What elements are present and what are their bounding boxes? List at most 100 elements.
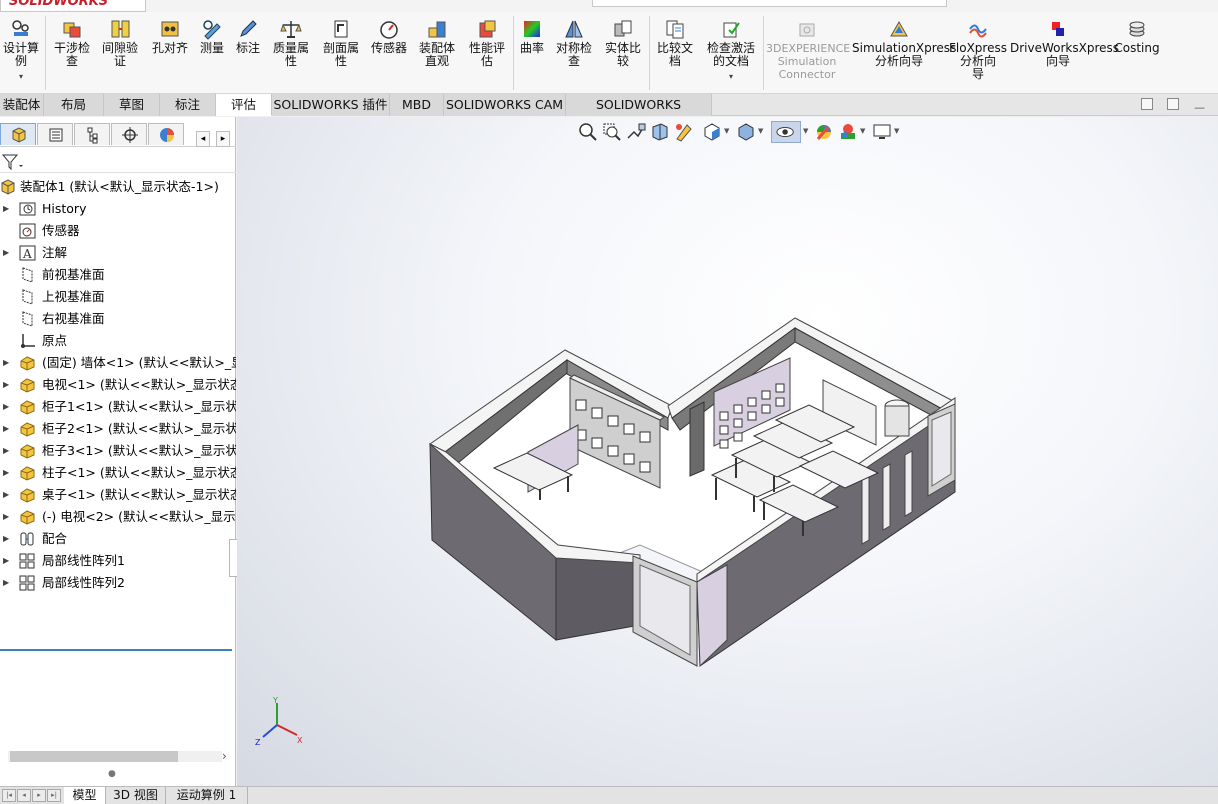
tree-item[interactable]: ▶ 局部线性阵列1 xyxy=(0,550,236,572)
clearance-verify-button[interactable]: 间隙验 证 xyxy=(98,16,142,90)
dropdown-caret-icon[interactable]: ▾ xyxy=(702,70,760,83)
solidworks-logo[interactable]: SOLIDWORKS xyxy=(0,0,146,12)
tree-item[interactable]: ▶ A 注解 xyxy=(0,242,236,264)
sensor-button[interactable]: 传感器 xyxy=(366,16,412,90)
costing-button[interactable]: Costing xyxy=(1110,16,1164,90)
expand-arrow-icon[interactable]: ▶ xyxy=(3,198,9,220)
tree-root-assembly[interactable]: 装配体1 (默认<默认_显示状态-1>) xyxy=(0,176,236,198)
tree-item[interactable]: ▶ (-) 电视<2> (默认<<默认>_显示状 xyxy=(0,506,236,528)
restore-left-panel-icon[interactable] xyxy=(1141,98,1153,110)
last-tab-icon[interactable]: ▸| xyxy=(47,789,61,802)
label: DriveWorksXpress xyxy=(1010,41,1120,55)
graphics-area[interactable]: ▼ ▼ ▼ ▼ ▼ Y X Z xyxy=(237,117,1218,787)
dropdown-caret-icon[interactable]: ▾ xyxy=(0,70,42,83)
tree-item[interactable]: ▶ (固定) 墙体<1> (默认<<默认>_显示 xyxy=(0,352,236,374)
floxpress-button[interactable]: FloXpress 分析向 导 xyxy=(948,16,1008,90)
model-render[interactable] xyxy=(237,117,1218,787)
tree-item[interactable]: ▶ 柱子<1> (默认<<默认>_显示状态 xyxy=(0,462,236,484)
compare-solids-button[interactable]: 实体比 较 xyxy=(600,16,646,90)
driveworksxpress-button[interactable]: DriveWorksXpress 向导 xyxy=(1010,16,1119,90)
prev-tab-icon[interactable]: ◂ xyxy=(17,789,31,802)
simulationxpress-button[interactable]: SimulationXpress 分析向导 xyxy=(852,16,956,90)
dimxpertmanager-tab[interactable] xyxy=(111,123,147,145)
label: 证 xyxy=(113,54,126,68)
panel-splitter-handle[interactable]: ● xyxy=(108,769,116,779)
hole-alignment-button[interactable]: 孔对齐 xyxy=(146,16,194,90)
symmetry-check-button[interactable]: 对称检 查 xyxy=(552,16,596,90)
label: 性 xyxy=(284,54,297,68)
first-tab-icon[interactable]: |◂ xyxy=(2,789,16,802)
expand-arrow-icon[interactable]: ▶ xyxy=(3,506,9,528)
expand-arrow-icon[interactable]: ▶ xyxy=(3,396,9,418)
panel-scroll-right-icon[interactable]: ▸ xyxy=(216,131,230,147)
tab-mbd[interactable]: MBD xyxy=(390,94,444,116)
expand-arrow-icon[interactable]: ▶ xyxy=(3,528,9,550)
tree-item[interactable]: ▶ 配合 xyxy=(0,528,236,550)
tab-motion-study[interactable]: 运动算例 1 xyxy=(166,787,248,804)
expand-arrow-icon[interactable]: ▶ xyxy=(3,484,9,506)
tree-item[interactable]: ▶ 柜子2<1> (默认<<默认>_显示状态 xyxy=(0,418,236,440)
tab-assembly[interactable]: 装配体 xyxy=(0,94,44,116)
horizontal-scrollbar[interactable]: › xyxy=(8,749,230,763)
3dexperience-simulation-connector-button[interactable]: 3DEXPERIENCE Simulation Connector xyxy=(766,16,850,90)
curvature-button[interactable]: 曲率 xyxy=(516,16,548,90)
expand-arrow-icon[interactable]: ▶ xyxy=(3,462,9,484)
tab-sketch[interactable]: 草图 xyxy=(104,94,160,116)
tree-item-label: (-) 电视<2> (默认<<默认>_显示状 xyxy=(42,509,236,524)
scrollbar-thumb[interactable] xyxy=(10,751,178,762)
performance-evaluation-button[interactable]: 性能评 估 xyxy=(464,16,510,90)
panel-scroll-left-icon[interactable]: ◂ xyxy=(196,131,210,147)
tree-filter[interactable] xyxy=(0,149,236,173)
expand-arrow-icon[interactable]: ▶ xyxy=(3,440,9,462)
label: 质量属 xyxy=(272,41,309,55)
solidworks-window: SOLIDWORKS 设计算 例 ▾ 干涉检 查 间隙验 证 孔对齐 测量 标注… xyxy=(0,0,1218,804)
tree-item[interactable]: ▶ 桌子<1> (默认<<默认>_显示状态 xyxy=(0,484,236,506)
tab-model[interactable]: 模型 xyxy=(64,787,106,804)
expand-arrow-icon[interactable]: ▶ xyxy=(3,352,9,374)
expand-arrow-icon[interactable]: ▶ xyxy=(3,572,9,594)
tree-item[interactable]: ▶ 局部线性阵列2 xyxy=(0,572,236,594)
displaymanager-tab[interactable] xyxy=(148,123,184,145)
tree-item[interactable]: ▶ History xyxy=(0,198,236,220)
measure-button[interactable]: 测量 xyxy=(196,16,228,90)
rollback-bar[interactable] xyxy=(0,649,232,651)
label: 装配体 xyxy=(418,41,455,55)
featuremanager-tab[interactable] xyxy=(0,123,36,145)
tree-item[interactable]: 原点 xyxy=(0,330,236,352)
tab-3d-view[interactable]: 3D 视图 xyxy=(106,787,166,804)
tab-solidworks-addins[interactable]: SOLIDWORKS 插件 xyxy=(272,94,390,116)
interference-check-button[interactable]: 干涉检 查 xyxy=(50,16,94,90)
next-tab-icon[interactable]: ▸ xyxy=(32,789,46,802)
featuremanager-panel: ◂ ▸ 装配体1 (默认<默认_显示状态-1>) ▶ History 传感器 ▶ A 注解… xyxy=(0,117,243,787)
minimize-icon[interactable]: — xyxy=(1194,101,1205,114)
tab-solidworks-inspection[interactable]: SOLIDWORKS Inspection xyxy=(566,94,712,133)
tab-layout[interactable]: 布局 xyxy=(44,94,104,116)
mass-properties-button[interactable]: 质量属 性 xyxy=(268,16,314,90)
search-box[interactable] xyxy=(592,0,947,7)
scroll-right-icon[interactable]: › xyxy=(222,749,227,763)
tab-markup[interactable]: 标注 xyxy=(160,94,216,116)
expand-arrow-icon[interactable]: ▶ xyxy=(3,374,9,396)
tree-item[interactable]: 前视基准面 xyxy=(0,264,236,286)
tree-item[interactable]: 上视基准面 xyxy=(0,286,236,308)
propertymanager-tab[interactable] xyxy=(37,123,73,145)
tree-item[interactable]: ▶ 柜子3<1> (默认<<默认>_显示状态 xyxy=(0,440,236,462)
expand-arrow-icon[interactable]: ▶ xyxy=(3,242,9,264)
tree-item[interactable]: ▶ 电视<1> (默认<<默认>_显示状态 xyxy=(0,374,236,396)
tree-item[interactable]: 右视基准面 xyxy=(0,308,236,330)
assembly-visualization-button[interactable]: 装配体 直观 xyxy=(414,16,460,90)
curvature-gradient-icon xyxy=(524,21,540,37)
section-properties-button[interactable]: 剖面属 性 xyxy=(318,16,364,90)
markup-button[interactable]: 标注 xyxy=(232,16,264,90)
configurationmanager-tab[interactable] xyxy=(74,123,110,145)
expand-arrow-icon[interactable]: ▶ xyxy=(3,418,9,440)
tree-item[interactable]: ▶ 柜子1<1> (默认<<默认>_显示状态 xyxy=(0,396,236,418)
design-study-button[interactable]: 设计算 例 ▾ xyxy=(0,16,42,90)
check-active-document-button[interactable]: 检查激活 的文档 ▾ xyxy=(702,16,760,90)
tree-item[interactable]: 传感器 xyxy=(0,220,236,242)
compare-documents-button[interactable]: 比较文 档 xyxy=(652,16,698,90)
expand-arrow-icon[interactable]: ▶ xyxy=(3,550,9,572)
tab-solidworks-cam[interactable]: SOLIDWORKS CAM xyxy=(444,94,566,116)
tab-evaluate[interactable]: 评估 xyxy=(216,94,272,116)
restore-right-panel-icon[interactable] xyxy=(1167,98,1179,110)
